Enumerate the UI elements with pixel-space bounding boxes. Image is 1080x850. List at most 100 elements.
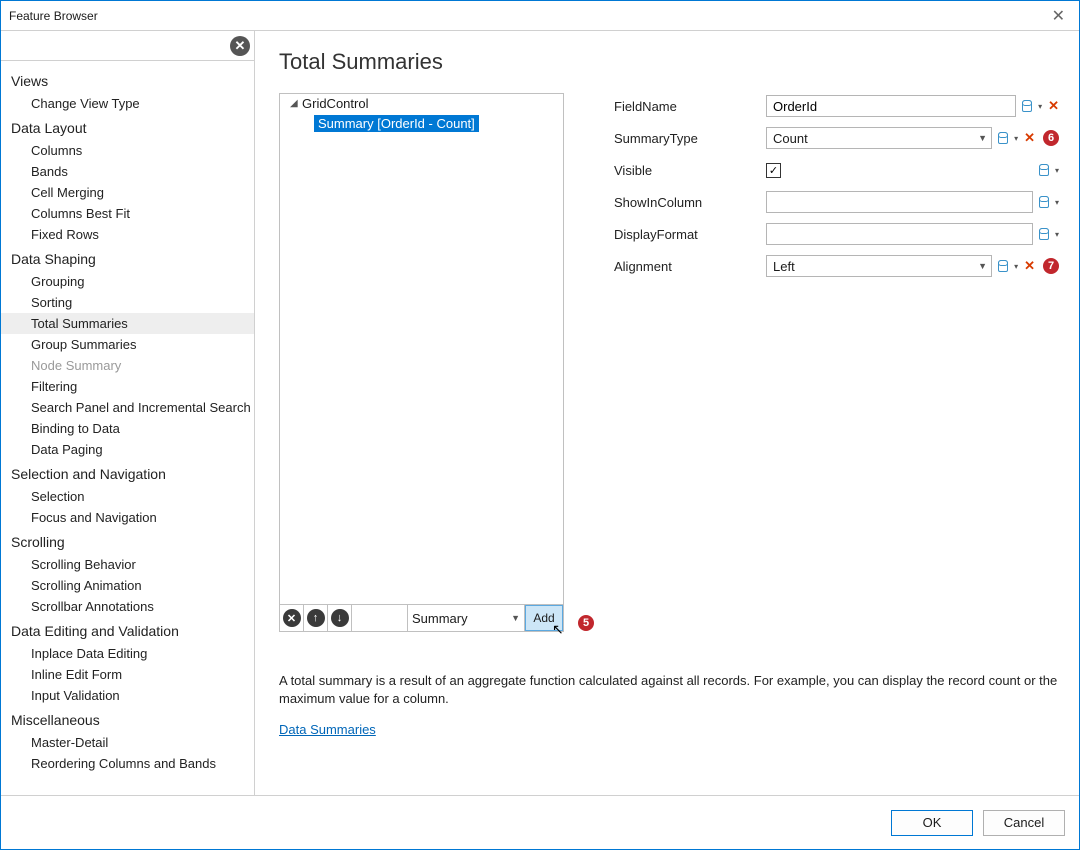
property-text-input[interactable] xyxy=(766,95,1016,117)
data-summaries-link[interactable]: Data Summaries xyxy=(279,722,1059,737)
property-label: ShowInColumn xyxy=(614,195,766,210)
main-panel: Total Summaries ◢ GridControl Summary [O… xyxy=(255,31,1079,795)
add-button[interactable]: Add xyxy=(525,605,563,631)
sidebar-item[interactable]: Master-Detail xyxy=(1,732,254,753)
property-label: Alignment xyxy=(614,259,766,274)
database-icon[interactable] xyxy=(998,260,1008,272)
property-checkbox[interactable]: ✓ xyxy=(766,163,781,178)
move-up-button[interactable]: ↑ xyxy=(304,605,328,631)
sidebar-item[interactable]: Node Summary xyxy=(1,355,254,376)
property-combo[interactable]: Count▼ xyxy=(766,127,992,149)
sidebar-category[interactable]: Data Editing and Validation xyxy=(1,617,254,643)
tree-toolbar: ✕ ↑ ↓ Summary ▼ Add ↖ 5 xyxy=(279,604,564,632)
search-row: ✕ xyxy=(1,31,254,61)
search-input[interactable] xyxy=(1,34,230,57)
tree-root-label: GridControl xyxy=(302,96,368,111)
sidebar-item[interactable]: Fixed Rows xyxy=(1,224,254,245)
chevron-down-icon: ▼ xyxy=(978,261,987,271)
callout-badge: 7 xyxy=(1043,258,1059,274)
property-field: ▾✕ xyxy=(766,95,1059,117)
database-icon[interactable] xyxy=(1039,164,1049,176)
database-icon[interactable] xyxy=(998,132,1008,144)
reset-icon[interactable]: ✕ xyxy=(1048,98,1059,114)
sidebar-item[interactable]: Inplace Data Editing xyxy=(1,643,254,664)
sidebar-category[interactable]: Miscellaneous xyxy=(1,706,254,732)
properties-panel: FieldName▾✕SummaryTypeCount▼▾✕6Visible✓▾… xyxy=(614,93,1059,279)
sidebar-item[interactable]: Columns xyxy=(1,140,254,161)
property-field: Left▼ ▾ ✕ 7 xyxy=(766,255,1059,277)
sidebar-item[interactable]: Cell Merging xyxy=(1,182,254,203)
sidebar-item[interactable]: Grouping xyxy=(1,271,254,292)
sidebar-item[interactable]: Scrolling Behavior xyxy=(1,554,254,575)
database-icon[interactable] xyxy=(1039,228,1049,240)
chevron-down-icon[interactable]: ▾ xyxy=(1014,134,1018,143)
sidebar-category[interactable]: Scrolling xyxy=(1,528,254,554)
property-row: SummaryTypeCount▼▾✕6 xyxy=(614,125,1059,151)
sidebar-item[interactable]: Data Paging xyxy=(1,439,254,460)
callout-badge: 6 xyxy=(1043,130,1059,146)
sidebar-item[interactable]: Selection xyxy=(1,486,254,507)
body: ✕ ViewsChange View TypeData LayoutColumn… xyxy=(1,31,1079,795)
tree-root-node[interactable]: ◢ GridControl xyxy=(280,94,563,113)
chevron-down-icon[interactable]: ▾ xyxy=(1038,102,1042,111)
property-row: DisplayFormat ▾ xyxy=(614,221,1059,247)
database-icon[interactable] xyxy=(1022,100,1032,112)
tree-child-node[interactable]: Summary [OrderId - Count] xyxy=(314,115,479,132)
titlebar: Feature Browser ✕ xyxy=(1,1,1079,31)
sidebar-category[interactable]: Data Layout xyxy=(1,114,254,140)
summary-tree[interactable]: ◢ GridControl Summary [OrderId - Count] xyxy=(279,93,564,605)
sidebar-item[interactable]: Columns Best Fit xyxy=(1,203,254,224)
property-label: DisplayFormat xyxy=(614,227,766,242)
sidebar-category[interactable]: Views xyxy=(1,67,254,93)
sidebar-category[interactable]: Selection and Navigation xyxy=(1,460,254,486)
chevron-down-icon[interactable]: ▾ xyxy=(1055,166,1059,175)
property-row: FieldName▾✕ xyxy=(614,93,1059,119)
reset-icon[interactable]: ✕ xyxy=(1024,258,1035,274)
sidebar-item[interactable]: Bands xyxy=(1,161,254,182)
property-field: ▾ xyxy=(766,223,1059,245)
close-icon[interactable]: ✕ xyxy=(1046,6,1071,26)
property-text-input[interactable] xyxy=(766,191,1033,213)
property-combo[interactable]: Left▼ xyxy=(766,255,992,277)
sidebar-item[interactable]: Scrolling Animation xyxy=(1,575,254,596)
content-row: ◢ GridControl Summary [OrderId - Count] … xyxy=(279,93,1059,632)
sidebar-item[interactable]: Scrollbar Annotations xyxy=(1,596,254,617)
chevron-down-icon[interactable]: ▾ xyxy=(1055,230,1059,239)
sidebar-item[interactable]: Inline Edit Form xyxy=(1,664,254,685)
chevron-down-icon[interactable]: ▾ xyxy=(1014,262,1018,271)
chevron-down-icon[interactable]: ▾ xyxy=(1055,198,1059,207)
clear-search-icon[interactable]: ✕ xyxy=(230,36,250,56)
sidebar-item[interactable]: Filtering xyxy=(1,376,254,397)
collapse-icon[interactable]: ◢ xyxy=(290,98,300,109)
callout-badge-5: 5 xyxy=(578,615,594,631)
sidebar-item[interactable]: Reordering Columns and Bands xyxy=(1,753,254,774)
sidebar-tree[interactable]: ViewsChange View TypeData LayoutColumnsB… xyxy=(1,61,254,795)
ok-button[interactable]: OK xyxy=(891,810,973,836)
database-icon[interactable] xyxy=(1039,196,1049,208)
sidebar-item[interactable]: Focus and Navigation xyxy=(1,507,254,528)
sidebar-category[interactable]: Data Shaping xyxy=(1,245,254,271)
footer: OK Cancel xyxy=(1,795,1079,849)
window-title: Feature Browser xyxy=(9,9,98,23)
property-text-input[interactable] xyxy=(766,223,1033,245)
chevron-down-icon: ▼ xyxy=(511,613,520,623)
move-down-button[interactable]: ↓ xyxy=(328,605,352,631)
sidebar: ✕ ViewsChange View TypeData LayoutColumn… xyxy=(1,31,255,795)
sidebar-item[interactable]: Group Summaries xyxy=(1,334,254,355)
summary-type-select[interactable]: Summary ▼ xyxy=(408,605,525,631)
property-row: ShowInColumn ▾ xyxy=(614,189,1059,215)
add-button-label: Add xyxy=(533,611,554,625)
property-row: AlignmentLeft▼ ▾ ✕ 7 xyxy=(614,253,1059,279)
sidebar-item[interactable]: Input Validation xyxy=(1,685,254,706)
property-field: ▾ xyxy=(766,191,1059,213)
sidebar-item[interactable]: Binding to Data xyxy=(1,418,254,439)
cancel-button[interactable]: Cancel xyxy=(983,810,1065,836)
sidebar-item[interactable]: Sorting xyxy=(1,292,254,313)
sidebar-item[interactable]: Change View Type xyxy=(1,93,254,114)
delete-button[interactable]: ✕ xyxy=(280,605,304,631)
tree-column: ◢ GridControl Summary [OrderId - Count] … xyxy=(279,93,564,632)
sidebar-item[interactable]: Search Panel and Incremental Search xyxy=(1,397,254,418)
reset-icon[interactable]: ✕ xyxy=(1024,130,1035,146)
sidebar-item[interactable]: Total Summaries xyxy=(1,313,254,334)
property-label: Visible xyxy=(614,163,766,178)
